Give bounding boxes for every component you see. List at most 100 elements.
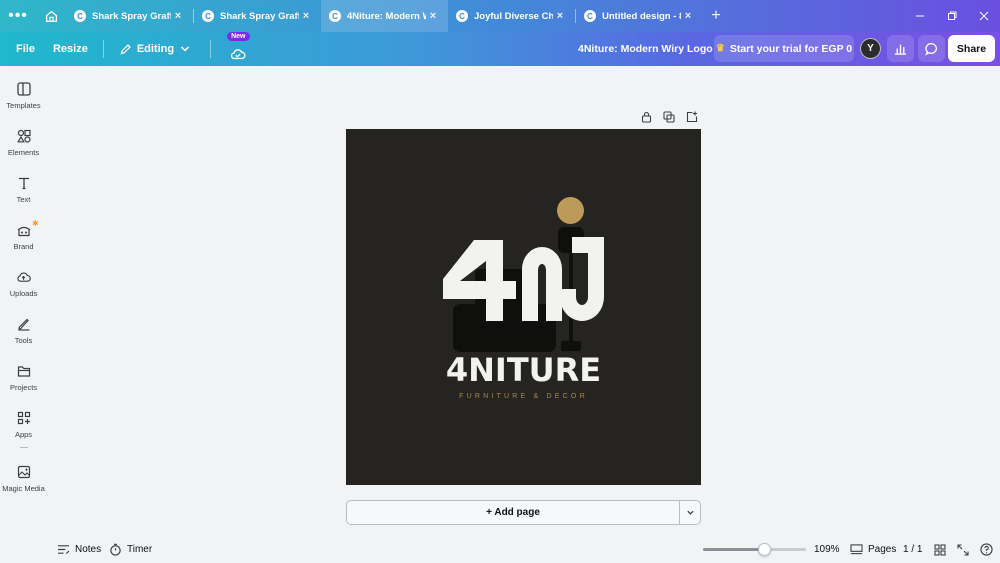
sidebar-item-uploads[interactable]: Uploads [0, 262, 47, 306]
timer-label: Timer [127, 544, 153, 555]
home-icon[interactable] [36, 0, 66, 32]
sidebar-item-text[interactable]: Text [0, 168, 47, 212]
chevron-down-icon [686, 510, 694, 515]
tagline-text[interactable]: FURNITURE & DECOR [346, 393, 701, 400]
browser-tab[interactable]: C Shark Spray Graffit... × [66, 0, 193, 32]
notes-label: Notes [75, 544, 102, 555]
brand-name-text[interactable]: 4NITURE [346, 351, 701, 389]
minimize-icon[interactable] [904, 0, 936, 32]
canva-favicon-icon: C [202, 10, 214, 22]
cloud-save-button[interactable]: New [223, 32, 253, 66]
sidebar-item-brand[interactable]: ✱ Brand [0, 215, 47, 259]
file-menu-button[interactable]: File [0, 32, 44, 66]
tab-close-icon[interactable]: × [171, 10, 185, 22]
sidebar-item-label: Uploads [9, 289, 38, 298]
editor-toolbar: File Resize Editing New 4Niture: Modern … [0, 32, 1000, 66]
comments-button[interactable] [918, 35, 945, 62]
restore-icon[interactable] [936, 0, 968, 32]
bar-chart-icon [894, 44, 907, 55]
browser-tab[interactable]: C Untitled design - 8... × [576, 0, 703, 32]
resize-button[interactable]: Resize [44, 32, 97, 66]
bottom-bar: Notes Timer 109% Pages 1 / 1 [47, 536, 1000, 563]
canva-favicon-icon: C [74, 10, 86, 22]
projects-icon [17, 366, 30, 377]
window-controls [904, 0, 1000, 32]
canva-favicon-icon: C [584, 10, 596, 22]
editing-label: Editing [136, 43, 175, 55]
templates-icon [16, 82, 31, 96]
editing-mode-button[interactable]: Editing [110, 32, 204, 66]
sidebar-item-apps[interactable]: Apps [0, 403, 47, 447]
toolbar-divider [102, 40, 104, 58]
browser-tab[interactable]: C Joyful Diverse Chil... × [448, 0, 575, 32]
pages-icon [850, 544, 863, 555]
sidebar-item-label: Templates [6, 101, 41, 110]
analytics-button[interactable] [887, 35, 914, 62]
sidebar-item-tools[interactable]: Tools [0, 309, 47, 353]
pages-label: Pages [868, 544, 897, 555]
add-page-icon[interactable] [685, 110, 699, 124]
premium-star-icon: ✱ [32, 219, 39, 228]
new-tab-button[interactable]: + [703, 7, 729, 25]
timer-icon [110, 543, 121, 556]
tab-close-icon[interactable]: × [299, 10, 313, 22]
browser-menu-icon[interactable]: ••• [0, 0, 36, 32]
sidebar-item-label: Brand [13, 242, 34, 251]
page-count: 1 / 1 [903, 544, 923, 555]
start-trial-button[interactable]: ♛ Start your trial for EGP 0 [714, 35, 854, 62]
elements-icon [16, 129, 31, 143]
duplicate-page-icon[interactable] [662, 110, 676, 124]
zoom-slider[interactable] [703, 543, 806, 556]
sidebar-item-projects[interactable]: Projects [0, 356, 47, 400]
sidebar-item-elements[interactable]: Elements [0, 121, 47, 165]
tab-close-icon[interactable]: × [553, 10, 567, 22]
brand-icon [17, 226, 30, 237]
user-avatar[interactable]: Y [860, 38, 881, 59]
canva-favicon-icon: C [456, 10, 468, 22]
browser-tab[interactable]: C Shark Spray Graffit... × [194, 0, 321, 32]
share-button[interactable]: Share [948, 35, 995, 62]
document-title[interactable]: 4Niture: Modern Wiry Logo [578, 32, 713, 66]
sidebar-item-magic-media[interactable]: Magic Media [0, 457, 47, 501]
sidebar-item-templates[interactable]: Templates [0, 74, 47, 118]
sidebar-item-label: Text [16, 195, 31, 204]
sidebar-item-label: Tools [14, 336, 33, 345]
notes-button[interactable]: Notes [57, 536, 101, 563]
apps-icon [17, 411, 30, 425]
help-icon[interactable] [980, 536, 998, 563]
sidebar-item-label: Apps [14, 430, 33, 439]
tools-icon [17, 318, 29, 331]
add-page-button[interactable]: + Add page [346, 500, 680, 525]
design-canvas[interactable]: 4NITURE FURNITURE & DECOR [346, 129, 701, 485]
left-sidebar: Templates Elements Text ✱ Brand Uploads … [0, 66, 47, 563]
lock-icon[interactable] [639, 110, 653, 124]
fullscreen-icon[interactable] [957, 536, 974, 563]
logo-monogram-4n[interactable] [346, 129, 701, 485]
tab-close-icon[interactable]: × [426, 10, 440, 22]
tab-title: 4Niture: Modern W... [347, 10, 426, 22]
pencil-icon [120, 43, 131, 54]
sidebar-item-label: Magic Media [2, 484, 45, 493]
sidebar-item-label: Elements [7, 148, 40, 157]
close-window-icon[interactable] [968, 0, 1000, 32]
uploads-icon [17, 272, 31, 282]
text-icon [18, 177, 29, 190]
sidebar-divider [20, 447, 28, 448]
canva-favicon-icon: C [329, 10, 341, 22]
zoom-level[interactable]: 109% [814, 536, 840, 563]
pages-button[interactable]: Pages [850, 536, 896, 563]
browser-tab-active[interactable]: C 4Niture: Modern W... × [321, 0, 448, 32]
tab-title: Shark Spray Graffit... [220, 10, 299, 22]
notes-icon [58, 545, 70, 555]
timer-button[interactable]: Timer [109, 536, 152, 563]
tab-title: Joyful Diverse Chil... [474, 10, 553, 22]
tab-close-icon[interactable]: × [681, 10, 695, 22]
grid-view-icon[interactable] [934, 536, 951, 563]
toolbar-divider [210, 40, 212, 58]
zoom-slider-handle[interactable] [758, 543, 772, 556]
tab-title: Untitled design - 8... [602, 10, 681, 22]
cloud-check-icon [231, 48, 246, 59]
chevron-down-icon [181, 46, 190, 52]
add-page-dropdown[interactable] [679, 500, 701, 525]
browser-tab-bar: ••• C Shark Spray Graffit... × C Shark S… [0, 0, 1000, 32]
